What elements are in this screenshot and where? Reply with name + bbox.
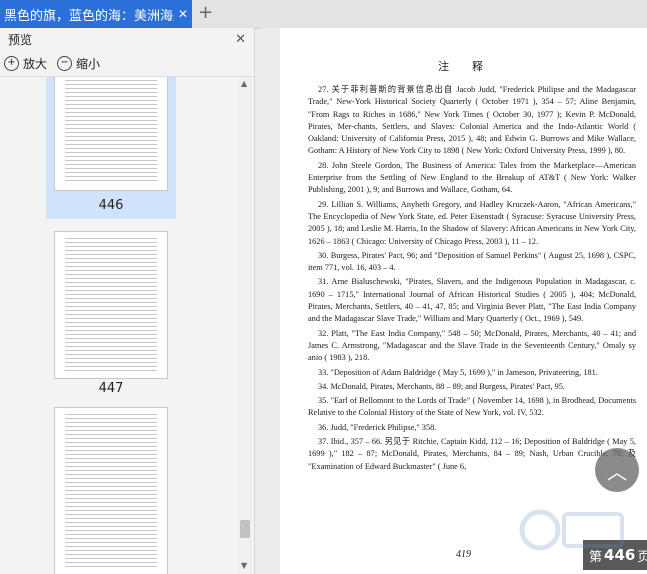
thumbnail-image	[54, 77, 168, 191]
close-panel-icon[interactable]: ✕	[235, 32, 246, 47]
thumbnail-image	[54, 407, 168, 574]
document-tab[interactable]: 黑色的旗，蓝色的海：美洲海盗 ✕	[0, 0, 192, 28]
scroll-down-icon[interactable]: ▼	[241, 561, 247, 570]
thumbnail-page-448[interactable]	[46, 407, 176, 574]
chevron-up-icon: ︿	[607, 459, 627, 484]
note-31: 31. Arne Bialuschewski, "Pirates, Slaver…	[308, 277, 636, 324]
note-32: 32. Platt, "The East India Company," 548…	[308, 328, 636, 363]
thumbnail-image	[54, 231, 168, 379]
page-heading: 注 释	[438, 60, 489, 73]
note-29: 29. Lillian S. Williams, Anyheth Gregory…	[308, 199, 636, 246]
zoom-in-icon: +	[4, 55, 19, 71]
document-view[interactable]: 注 释 27. 关于菲利普斯的背景信息出自 Jacob Judd, "Frede…	[262, 28, 647, 574]
panel-header: 预览 ✕	[0, 28, 254, 50]
page-indicator-suffix: 页	[637, 549, 647, 565]
scrollbar-thumb[interactable]	[240, 520, 250, 538]
thumbnail-list: 446 447	[0, 77, 238, 574]
zoom-in-label: 放大	[23, 56, 48, 71]
note-37: 37. Ibid., 357 – 66. 另见于 Ritchie, Captai…	[308, 437, 636, 471]
thumbnail-page-number: 447	[98, 381, 124, 396]
page-indicator-prefix: 第	[589, 549, 603, 565]
page-indicator: 第 446 页	[583, 540, 647, 570]
note-36: 36. Judd, "Frederick Philipse," 358.	[318, 422, 437, 432]
panel-toolbar: + 放大 − 缩小	[0, 50, 254, 77]
zoom-out-icon: −	[57, 55, 73, 71]
scroll-up-icon[interactable]: ▲	[241, 79, 247, 88]
panel-title: 预览	[8, 32, 33, 47]
note-34: 34. McDonald, Pirates, Merchants, 88 – 8…	[318, 381, 565, 391]
note-27: 27. 关于菲利普斯的背景信息出自 Jacob Judd, "Frederick…	[308, 85, 636, 156]
new-tab-icon[interactable]: +	[198, 2, 213, 23]
note-33: 33. "Deposition of Adam Baldridge ( May …	[318, 367, 598, 377]
tab-bar: 黑色的旗，蓝色的海：美洲海盗 ✕ +	[0, 0, 647, 29]
tab-title: 黑色的旗，蓝色的海：美洲海盗	[4, 8, 174, 24]
document-page: 注 释 27. 关于菲利普斯的背景信息出自 Jacob Judd, "Frede…	[280, 28, 647, 574]
preview-panel: 预览 ✕ + 放大 − 缩小 446 447 ▲ ▼	[0, 28, 255, 574]
thumbnail-scrollbar[interactable]: ▲ ▼	[238, 77, 252, 574]
note-28: 28. John Steele Gordon, The Business of …	[308, 160, 636, 195]
thumbnail-page-447[interactable]: 447	[46, 227, 176, 399]
note-35: 35. "Earl of Bellomont to the Lords of T…	[308, 396, 636, 418]
zoom-out-button[interactable]: − 缩小	[57, 55, 100, 72]
thumbnail-page-446[interactable]: 446	[46, 77, 176, 219]
thumbnail-page-number: 446	[98, 198, 124, 213]
note-30: 30. Burgess, Pirates' Pact, 96; and "Dep…	[308, 250, 636, 273]
zoom-out-label: 缩小	[76, 56, 101, 71]
close-tab-icon[interactable]: ✕	[178, 7, 188, 21]
notes-list: 27. 关于菲利普斯的背景信息出自 Jacob Judd, "Frederick…	[308, 84, 636, 475]
scroll-to-top-button[interactable]: ︿	[595, 448, 639, 492]
page-indicator-number: 446	[604, 546, 636, 564]
zoom-in-button[interactable]: + 放大	[4, 55, 47, 72]
